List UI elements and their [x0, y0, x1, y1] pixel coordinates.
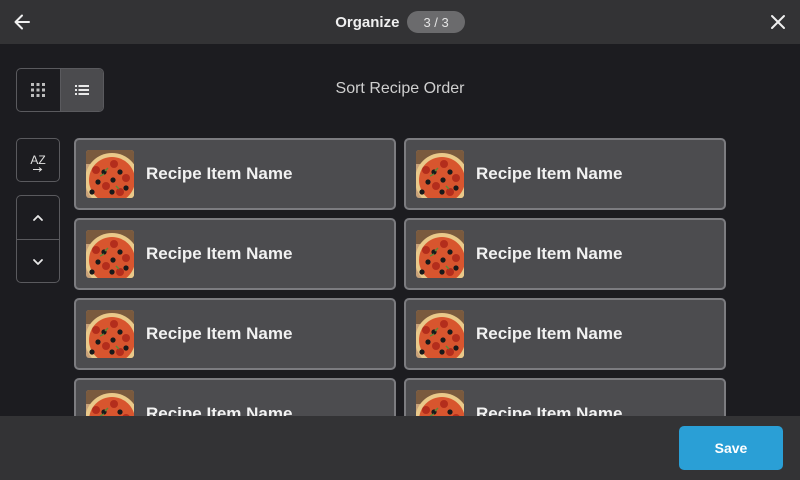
close-icon: [771, 15, 785, 29]
recipe-thumbnail: [416, 390, 464, 416]
bottom-bar: Save: [0, 416, 800, 480]
recipe-thumbnail: [86, 230, 134, 278]
recipe-thumbnail: [86, 390, 134, 416]
recipe-card[interactable]: Recipe Item Name: [404, 138, 726, 210]
recipe-thumbnail: [86, 150, 134, 198]
recipe-card[interactable]: Recipe Item Name: [74, 138, 396, 210]
sort-arrow-icon: [33, 167, 43, 172]
recipe-name: Recipe Item Name: [476, 324, 623, 343]
recipe-name: Recipe Item Name: [146, 324, 293, 343]
recipe-thumbnail: [416, 230, 464, 278]
chevron-down-icon: [33, 259, 43, 265]
chevron-up-icon: [33, 214, 43, 221]
recipe-name: Recipe Item Name: [476, 244, 623, 263]
move-controls: [16, 195, 60, 283]
recipe-name: Recipe Item Name: [146, 164, 293, 183]
recipe-thumbnail: [86, 310, 134, 358]
step-badge: 3 / 3: [407, 11, 465, 33]
recipe-card[interactable]: Recipe Item Name: [74, 298, 396, 370]
recipe-card[interactable]: Recipe Item Name: [404, 218, 726, 290]
recipe-thumbnail: [416, 150, 464, 198]
recipe-name: Recipe Item Name: [476, 404, 623, 416]
close-button[interactable]: [764, 8, 792, 36]
save-button[interactable]: Save: [679, 426, 783, 470]
title-group: Organize 3 / 3: [0, 0, 800, 44]
recipe-name: Recipe Item Name: [146, 404, 293, 416]
section-heading: Sort Recipe Order: [335, 80, 465, 97]
recipe-grid: Recipe Item Name Recipe Item Name Recipe…: [74, 138, 734, 416]
recipe-thumbnail: [416, 310, 464, 358]
move-up-button[interactable]: [17, 196, 59, 240]
page-title: Organize: [335, 13, 400, 31]
recipe-card[interactable]: Recipe Item Name: [404, 298, 726, 370]
recipe-name: Recipe Item Name: [146, 244, 293, 263]
sort-az-icon: AZ: [30, 153, 46, 172]
recipe-card[interactable]: Recipe Item Name: [404, 378, 726, 416]
recipe-card[interactable]: Recipe Item Name: [74, 378, 396, 416]
move-down-button[interactable]: [17, 240, 59, 282]
recipe-name: Recipe Item Name: [476, 164, 623, 183]
top-bar: Organize 3 / 3: [0, 0, 800, 44]
sort-alphabetical-button[interactable]: AZ: [16, 138, 60, 182]
recipe-card[interactable]: Recipe Item Name: [74, 218, 396, 290]
